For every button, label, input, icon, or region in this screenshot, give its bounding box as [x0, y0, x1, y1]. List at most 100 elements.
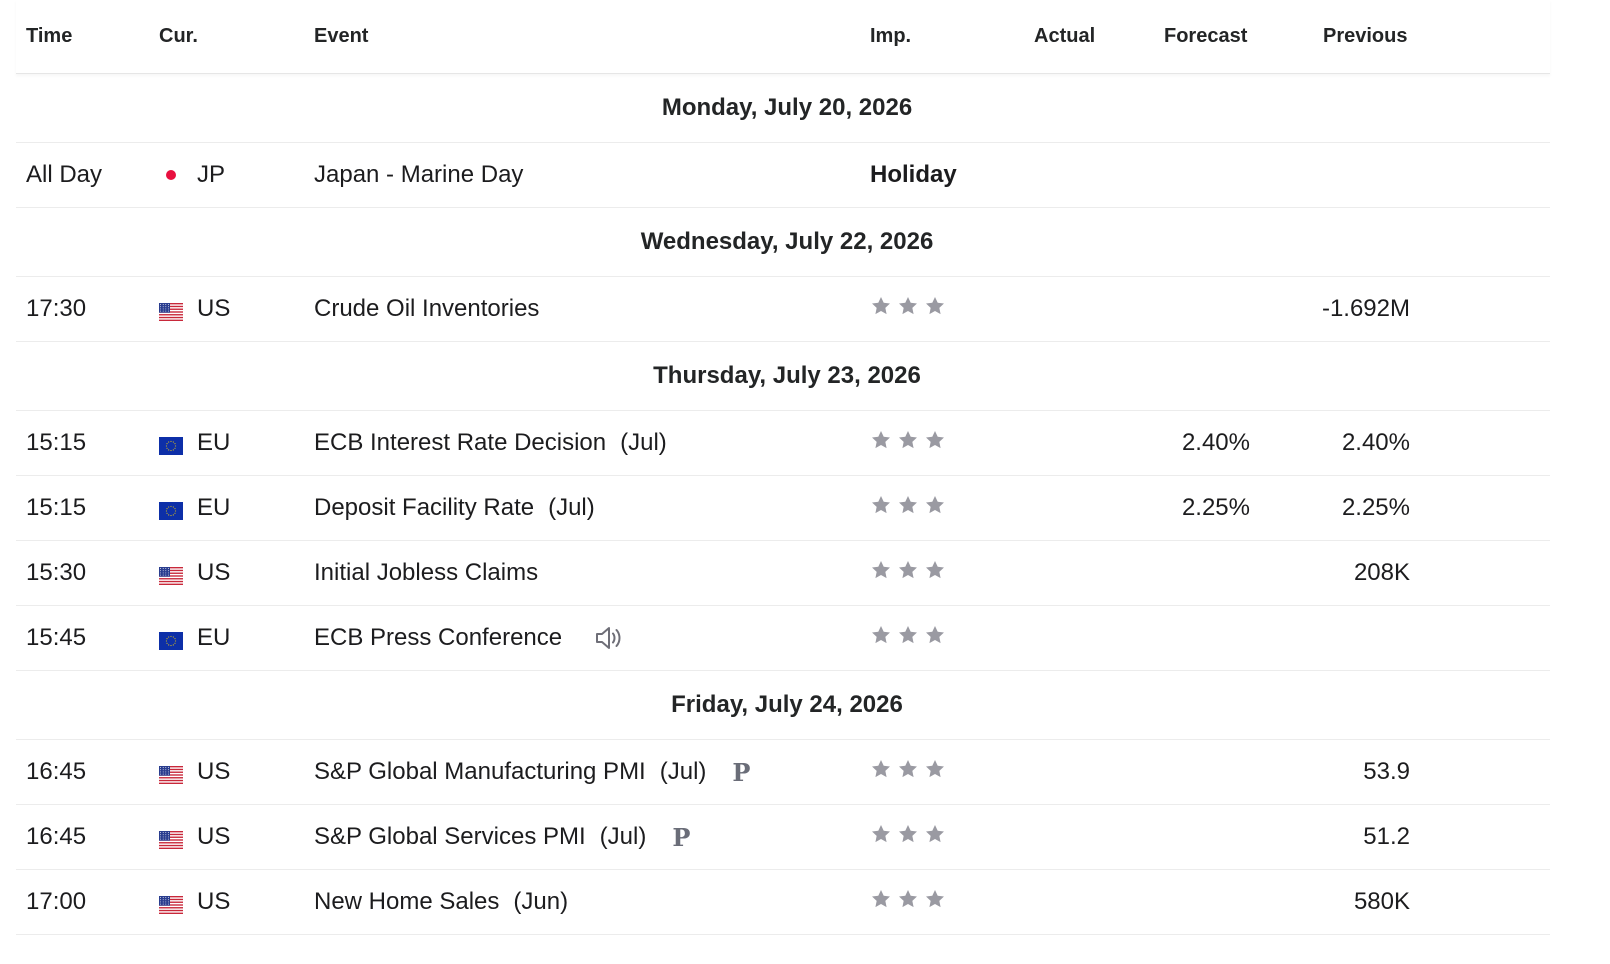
- event-row[interactable]: 17:30 US Crude Oil Inventories -1.692M: [16, 277, 1550, 342]
- eu-flag-icon: [159, 434, 183, 455]
- header-previous[interactable]: Previous: [1323, 0, 1407, 73]
- star-icon: [870, 429, 892, 458]
- event-period: (Jul): [599, 823, 647, 850]
- star-icon: [897, 429, 919, 458]
- event-name[interactable]: S&P Global Manufacturing PMI: [314, 758, 646, 786]
- star-icon: [870, 758, 892, 787]
- event-previous: -1.692M: [1321, 295, 1410, 322]
- event-previous: 208K: [1353, 559, 1410, 586]
- event-name[interactable]: Japan - Marine Day: [314, 161, 523, 189]
- event-name[interactable]: S&P Global Services PMI: [314, 823, 586, 851]
- event-time: 15:30: [26, 559, 87, 586]
- event-row[interactable]: 16:45 US S&P Global Services PMI (Jul) P 51.2: [16, 805, 1550, 870]
- holiday-label: Holiday: [870, 161, 957, 188]
- star-icon: [897, 823, 919, 852]
- event-time: All Day: [26, 161, 103, 188]
- event-importance: [870, 411, 946, 475]
- header-event[interactable]: Event: [314, 0, 368, 73]
- us-flag-icon: [159, 564, 183, 585]
- date-label: Wednesday, July 22, 2026: [640, 228, 934, 255]
- economic-calendar: Time Cur. Event Imp. Actual Forecast Pre…: [16, 0, 1550, 935]
- table-header: Time Cur. Event Imp. Actual Forecast Pre…: [16, 0, 1550, 74]
- event-currency: US: [159, 870, 230, 934]
- date-label: Monday, July 20, 2026: [661, 94, 913, 121]
- event-time: 16:45: [26, 758, 87, 785]
- event-previous: 53.9: [1363, 758, 1410, 785]
- preliminary-badge: P: [732, 757, 751, 787]
- event-time: 16:45: [26, 823, 87, 850]
- event-name[interactable]: ECB Press Conference: [314, 624, 562, 652]
- currency-code: EU: [197, 494, 231, 521]
- event-row[interactable]: 15:15 EU ECB Interest Rate Decision (Jul) 2.…: [16, 411, 1550, 476]
- event-importance: [870, 740, 946, 804]
- event-row[interactable]: 17:00 US New Home Sales (Jun) 580K: [16, 870, 1550, 935]
- star-icon: [924, 429, 946, 458]
- event-forecast: 2.25%: [1181, 494, 1250, 521]
- event-currency: US: [159, 277, 230, 341]
- event-period: (Jul): [548, 494, 595, 521]
- date-label: Friday, July 24, 2026: [671, 691, 903, 718]
- header-time[interactable]: Time: [26, 0, 72, 73]
- eu-flag-icon: [159, 629, 183, 650]
- event-row[interactable]: 15:15 EU Deposit Facility Rate (Jul) 2.25% 2.…: [16, 476, 1550, 541]
- event-name[interactable]: Crude Oil Inventories: [314, 295, 539, 323]
- us-flag-icon: [159, 893, 183, 914]
- header-currency[interactable]: Cur.: [159, 0, 198, 73]
- event-row[interactable]: 16:45 US S&P Global Manufacturing PMI (Jul)…: [16, 740, 1550, 805]
- currency-code: EU: [197, 429, 231, 456]
- star-icon: [870, 823, 892, 852]
- event-name-cell: ECB Interest Rate Decision (Jul): [314, 411, 667, 475]
- importance-stars: [870, 429, 946, 458]
- event-name-cell: Crude Oil Inventories: [314, 277, 539, 341]
- header-importance[interactable]: Imp.: [870, 0, 911, 73]
- event-period: (Jul): [659, 758, 707, 785]
- event-name-cell: Japan - Marine Day: [314, 143, 523, 207]
- event-importance: [870, 541, 946, 605]
- date-row: Friday, July 24, 2026: [16, 671, 1550, 740]
- event-name-cell: S&P Global Services PMI (Jul) P: [314, 805, 690, 869]
- star-icon: [870, 624, 892, 653]
- importance-stars: [870, 624, 946, 653]
- event-currency: US: [159, 805, 230, 869]
- speaker-icon[interactable]: [594, 625, 624, 651]
- star-icon: [870, 559, 892, 588]
- currency-code: US: [197, 888, 231, 915]
- event-name-cell: Deposit Facility Rate (Jul): [314, 476, 595, 540]
- date-row: Thursday, July 23, 2026: [16, 342, 1550, 411]
- event-name[interactable]: Initial Jobless Claims: [314, 559, 538, 587]
- event-time: 17:30: [26, 295, 87, 322]
- currency-code: JP: [197, 161, 226, 188]
- event-name[interactable]: New Home Sales: [314, 888, 499, 916]
- star-icon: [924, 624, 946, 653]
- date-row: Monday, July 20, 2026: [16, 74, 1550, 143]
- importance-stars: [870, 823, 946, 852]
- importance-stars: [870, 888, 946, 917]
- event-period: (Jun): [513, 888, 569, 915]
- event-row[interactable]: 15:45 EU ECB Press Conference: [16, 606, 1550, 671]
- us-flag-icon: [159, 300, 183, 321]
- star-icon: [870, 494, 892, 523]
- star-icon: [924, 295, 946, 324]
- star-icon: [897, 295, 919, 324]
- star-icon: [897, 494, 919, 523]
- event-name[interactable]: Deposit Facility Rate: [314, 494, 534, 522]
- event-name[interactable]: ECB Interest Rate Decision: [314, 429, 606, 457]
- calendar-body: Monday, July 20, 2026 All Day JP Japan - Ma…: [16, 74, 1550, 935]
- event-previous: 2.40%: [1341, 429, 1410, 456]
- us-flag-icon: [159, 828, 183, 849]
- event-importance: [870, 476, 946, 540]
- event-row[interactable]: 15:30 US Initial Jobless Claims 208K: [16, 541, 1550, 606]
- event-time: 15:45: [26, 624, 87, 651]
- event-previous: 580K: [1353, 888, 1410, 915]
- currency-code: US: [197, 559, 231, 586]
- header-forecast[interactable]: Forecast: [1164, 0, 1247, 73]
- event-row[interactable]: All Day JP Japan - Marine Day Holiday: [16, 143, 1550, 208]
- event-currency: EU: [159, 476, 230, 540]
- star-icon: [924, 559, 946, 588]
- event-previous: 2.25%: [1341, 494, 1410, 521]
- star-icon: [870, 295, 892, 324]
- currency-code: US: [197, 758, 231, 785]
- star-icon: [924, 494, 946, 523]
- header-actual[interactable]: Actual: [1034, 0, 1095, 73]
- date-row: Wednesday, July 22, 2026: [16, 208, 1550, 277]
